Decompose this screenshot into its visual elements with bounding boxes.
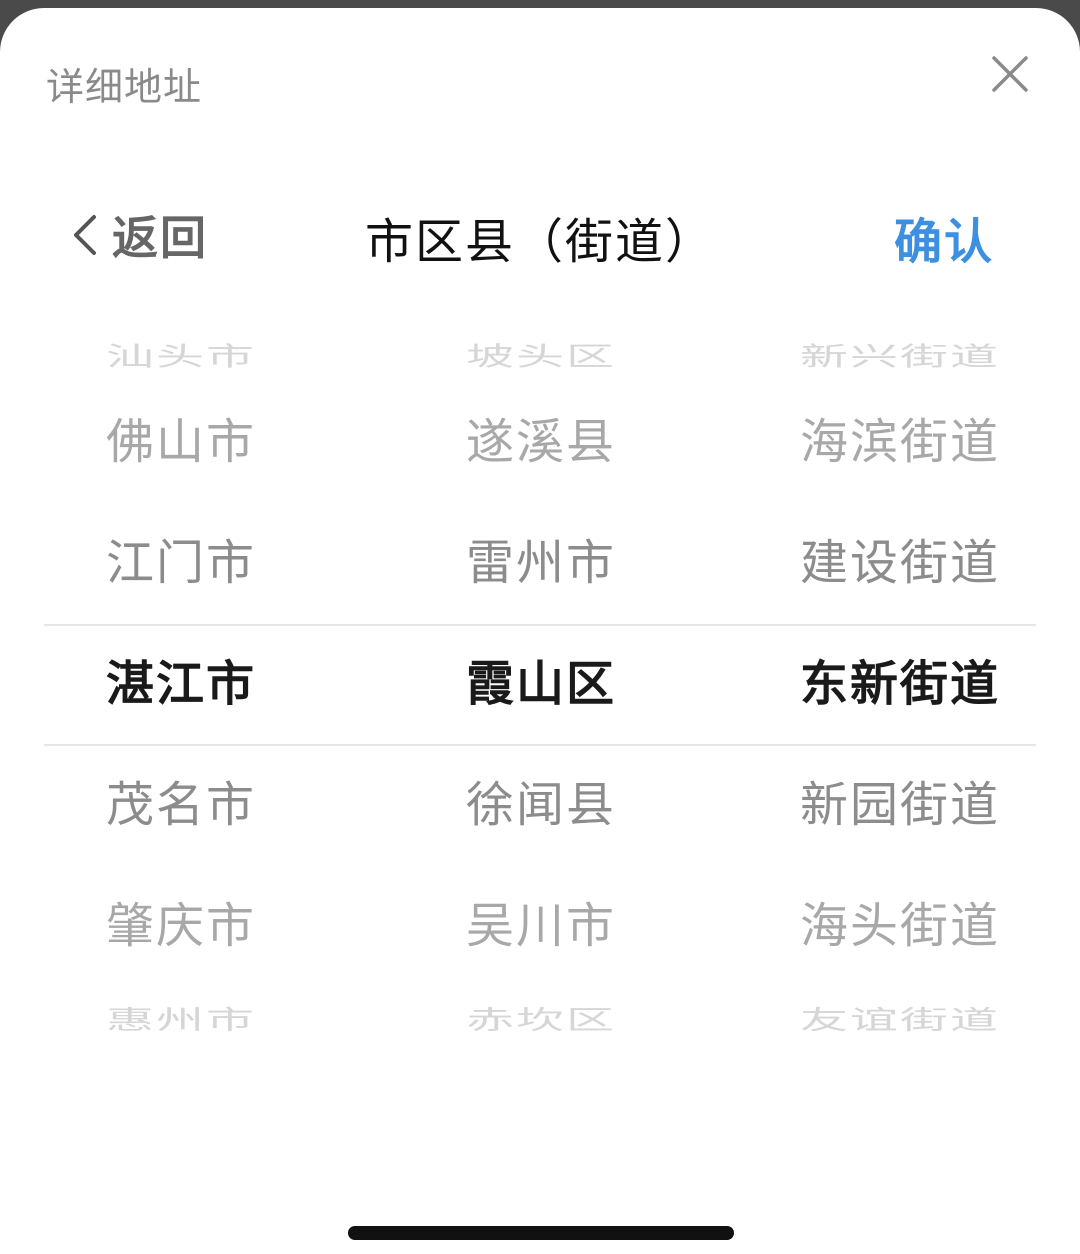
district-option[interactable]: 遂溪县	[466, 382, 616, 503]
street-option[interactable]: 建设街道	[800, 503, 1000, 624]
district-option[interactable]: 徐闻县	[466, 745, 616, 866]
district-column[interactable]: 坡头区 遂溪县 雷州市 霞山区 徐闻县 吴川市 赤坎区	[466, 298, 726, 1058]
close-button[interactable]	[990, 54, 1030, 94]
city-option[interactable]: 汕头市	[106, 323, 256, 390]
close-icon	[992, 56, 1028, 92]
district-option[interactable]: 赤坎区	[466, 987, 616, 1054]
city-option[interactable]: 惠州市	[106, 987, 256, 1054]
street-option[interactable]: 新园街道	[800, 745, 1000, 866]
district-option[interactable]: 坡头区	[466, 323, 616, 390]
picker-nav-bar: 返回 市区县（街道） 确认	[0, 194, 1080, 274]
district-option[interactable]: 吴川市	[466, 866, 616, 987]
street-option[interactable]: 新兴街道	[800, 323, 1000, 390]
city-option[interactable]: 江门市	[106, 503, 256, 624]
district-option-selected[interactable]: 霞山区	[466, 624, 616, 745]
city-option-selected[interactable]: 湛江市	[106, 624, 256, 745]
confirm-button[interactable]: 确认	[894, 202, 994, 272]
district-option[interactable]: 雷州市	[466, 503, 616, 624]
sheet-title: 详细地址	[46, 65, 203, 109]
street-option[interactable]: 海滨街道	[800, 382, 1000, 503]
street-option[interactable]: 友谊街道	[800, 987, 1000, 1054]
street-option-selected[interactable]: 东新街道	[800, 624, 1000, 745]
city-option[interactable]: 肇庆市	[106, 866, 256, 987]
city-option[interactable]: 茂名市	[106, 745, 256, 866]
home-indicator[interactable]	[348, 1226, 734, 1240]
address-picker-wheel[interactable]: 汕头市 佛山市 江门市 湛江市 茂名市 肇庆市 惠州市 坡头区 遂溪县 雷州市 …	[0, 298, 1080, 1058]
city-option[interactable]: 佛山市	[106, 382, 256, 503]
city-column[interactable]: 汕头市 佛山市 江门市 湛江市 茂名市 肇庆市 惠州市	[106, 298, 366, 1058]
street-option[interactable]: 海头街道	[800, 866, 1000, 987]
address-picker-sheet: 详细地址 返回 市区县（街道） 确认 汕头市 佛山市 江门市 湛江市 茂名市 肇…	[0, 8, 1080, 1254]
street-column[interactable]: 新兴街道 海滨街道 建设街道 东新街道 新园街道 海头街道 友谊街道	[800, 298, 1060, 1058]
